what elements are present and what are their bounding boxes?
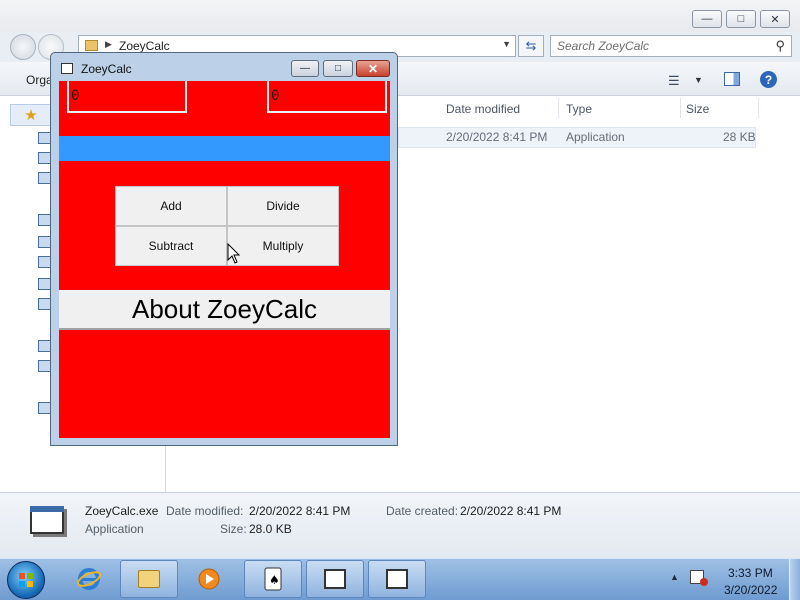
show-desktop-button[interactable] [789, 559, 800, 600]
application-icon-titlebar [30, 506, 64, 512]
clock-date[interactable]: 3/20/2022 [724, 583, 777, 597]
window-icon[interactable] [368, 560, 426, 598]
column-divider[interactable] [680, 98, 681, 118]
file-size: 28 KB [723, 130, 756, 144]
window-icon[interactable] [306, 560, 364, 598]
media-player-icon[interactable] [180, 560, 238, 598]
cursor-icon [227, 243, 241, 264]
column-divider[interactable] [758, 98, 759, 118]
column-divider[interactable] [558, 98, 559, 118]
second-number-input[interactable] [267, 81, 387, 113]
ie-icon[interactable] [60, 560, 118, 598]
explorer-maximize-button[interactable]: □ [726, 10, 756, 28]
details-file-name: ZoeyCalc.exe [85, 504, 159, 518]
window-title: ZoeyCalc [81, 62, 132, 76]
views-icon[interactable]: ☰ [668, 73, 680, 89]
explorer-minimize-button[interactable]: — [692, 10, 722, 28]
minimize-button[interactable]: — [291, 60, 319, 77]
refresh-icon[interactable]: ⇆ [518, 35, 544, 57]
svg-text:♠: ♠ [269, 573, 280, 587]
show-hidden-icons-icon[interactable]: ▲ [670, 572, 679, 582]
back-icon[interactable] [10, 34, 36, 60]
explorer-close-button[interactable]: ✕ [760, 10, 790, 28]
result-band [59, 136, 390, 161]
details-date-modified-label: Date modified: [166, 504, 244, 518]
clock-time[interactable]: 3:33 PM [728, 566, 773, 580]
close-button[interactable]: ✕ [356, 60, 390, 77]
solitaire-icon[interactable]: ♠ [244, 560, 302, 598]
details-date-created-label: Date created: [386, 504, 459, 518]
breadcrumb[interactable]: ZoeyCalc [119, 39, 170, 53]
star-icon[interactable]: ★ [10, 104, 52, 126]
organize-menu[interactable]: Orga [26, 73, 53, 87]
column-type[interactable]: Type [566, 102, 592, 126]
file-date-modified: 2/20/2022 8:41 PM [446, 130, 548, 144]
maximize-button[interactable]: □ [323, 60, 353, 77]
help-icon[interactable]: ? [760, 71, 777, 88]
first-number-input[interactable] [67, 81, 187, 113]
breadcrumb-arrow-icon[interactable]: ▶ [105, 39, 112, 50]
chevron-down-icon[interactable]: ▼ [502, 39, 511, 49]
file-type: Application [566, 130, 625, 144]
add-button[interactable]: Add [115, 186, 227, 226]
details-file-type: Application [85, 522, 144, 536]
details-date-modified: 2/20/2022 8:41 PM [249, 504, 351, 518]
calculator-client-area: Add Divide Subtract Multiply About ZoeyC… [59, 81, 390, 438]
search-icon[interactable]: ⚲ [775, 38, 785, 54]
folder-icon[interactable] [120, 560, 178, 598]
column-date-modified[interactable]: Date modified [446, 102, 520, 126]
chevron-down-icon[interactable]: ▼ [694, 75, 703, 85]
search-input[interactable]: Search ZoeyCalc ⚲ [550, 35, 792, 57]
column-size[interactable]: Size [686, 102, 709, 126]
search-placeholder: Search ZoeyCalc [557, 39, 650, 53]
divide-button[interactable]: Divide [227, 186, 339, 226]
windows-flag-icon [19, 573, 33, 587]
zoeycalc-window: ZoeyCalc — □ ✕ Add Divide Subtract Multi… [50, 52, 398, 446]
action-center-alert-icon [700, 578, 708, 586]
window-icon [61, 63, 73, 74]
preview-pane-icon[interactable] [724, 72, 740, 86]
details-date-created: 2/20/2022 8:41 PM [460, 504, 562, 518]
folder-icon [85, 40, 98, 51]
details-size-label: Size: [220, 522, 247, 536]
details-size: 28.0 KB [249, 522, 292, 536]
about-button[interactable]: About ZoeyCalc [59, 290, 390, 330]
multiply-button[interactable]: Multiply [227, 226, 339, 266]
subtract-button[interactable]: Subtract [115, 226, 227, 266]
explorer-titlebar: — □ ✕ [0, 0, 800, 32]
